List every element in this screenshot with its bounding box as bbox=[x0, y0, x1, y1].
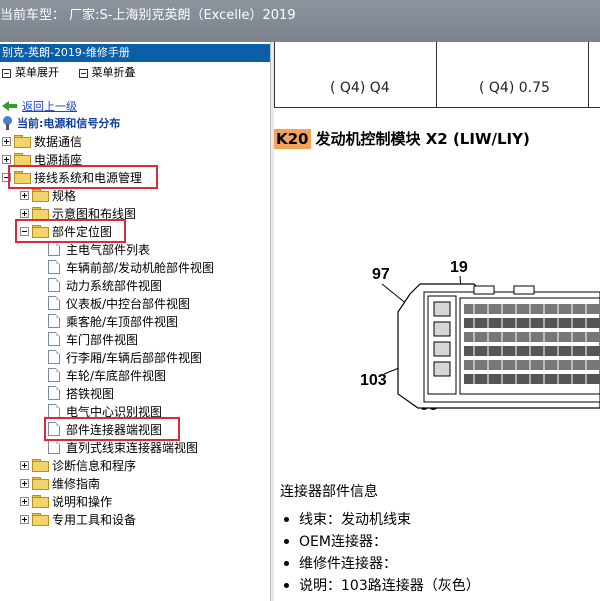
tree-item-label: 直列式线束连接器端视图 bbox=[66, 440, 199, 455]
bullet-icon bbox=[284, 582, 289, 588]
document-icon bbox=[48, 404, 60, 418]
table-border bbox=[274, 42, 275, 108]
table-cell: ( Q4) Q4 bbox=[330, 80, 390, 96]
tree-item-label: 乘客舱/车顶部件视图 bbox=[66, 314, 179, 329]
tree-item-label: 搭铁视图 bbox=[66, 386, 115, 401]
list-item: OEM连接器： bbox=[280, 530, 480, 552]
location-pin-icon bbox=[2, 116, 13, 130]
back-link[interactable]: 返回上一级 bbox=[22, 98, 77, 114]
table-cell: ( Q4) 0.75 bbox=[479, 80, 550, 96]
tree-item-diagnostics[interactable]: 诊断信息和程序 bbox=[20, 456, 136, 474]
tree-item-repair-guide[interactable]: 维修指南 bbox=[20, 474, 100, 492]
bullet-icon bbox=[284, 538, 289, 544]
collapse-all-icon bbox=[78, 68, 88, 78]
tree-item-label: 车辆前部/发动机舱部件视图 bbox=[66, 260, 215, 275]
tree-item-wheel-underbody-view[interactable]: 车轮/车底部件视图 bbox=[48, 366, 166, 384]
back-arrow-icon bbox=[2, 100, 18, 112]
content-panel: ( Q4) Q4 ( Q4) 0.75 K20 发动机控制模块 X2 (LIW/… bbox=[274, 42, 600, 601]
expand-icon[interactable] bbox=[2, 154, 11, 164]
tree-item-trunk-rear-view[interactable]: 行李厢/车辆后部部件视图 bbox=[48, 348, 202, 366]
document-icon bbox=[48, 332, 60, 346]
tree-item-powertrain-view[interactable]: 动力系统部件视图 bbox=[48, 276, 162, 294]
component-heading: K20 发动机控制模块 X2 (LIW/LIY) bbox=[274, 128, 530, 149]
highlight-box bbox=[44, 417, 180, 441]
component-title: 发动机控制模块 X2 (LIW/LIY) bbox=[315, 130, 530, 148]
connector-diagram: 97 19 103 95 bbox=[360, 259, 600, 414]
tree-item-label: 数据通信 bbox=[34, 134, 83, 149]
tree-item-label: 车门部件视图 bbox=[66, 332, 139, 347]
connector-info-list: 线束：发动机线束 OEM连接器： 维修件连接器： 说明：103路连接器（灰色） bbox=[280, 508, 480, 596]
folder-icon bbox=[32, 459, 49, 472]
expand-all-button[interactable]: 菜单展开 bbox=[0, 64, 59, 82]
document-icon bbox=[48, 368, 60, 382]
collapse-all-button[interactable]: 菜单折叠 bbox=[77, 64, 136, 82]
tree-item-label: 维修指南 bbox=[52, 476, 101, 491]
expand-icon[interactable] bbox=[2, 136, 11, 146]
tree-item-data-comm[interactable]: 数据通信 bbox=[2, 132, 82, 150]
current-location: 当前:电源和信号分布 bbox=[2, 114, 120, 132]
connector-info-title: 连接器部件信息 bbox=[280, 484, 378, 500]
pin-table: ( Q4) Q4 ( Q4) 0.75 bbox=[274, 42, 600, 108]
document-icon bbox=[48, 242, 60, 256]
tree-item-ground-view[interactable]: 搭铁视图 bbox=[48, 384, 114, 402]
tree-item-label: 动力系统部件视图 bbox=[66, 278, 163, 293]
tree-item-label: 规格 bbox=[52, 188, 77, 203]
pin-label-19: 19 bbox=[450, 259, 468, 276]
tree-item-front-engine-view[interactable]: 车辆前部/发动机舱部件视图 bbox=[48, 258, 214, 276]
manual-header: 别克-英朗-2019-维修手册 bbox=[0, 44, 270, 62]
folder-icon bbox=[32, 207, 49, 220]
tree-item-label: 说明和操作 bbox=[52, 494, 113, 509]
document-icon bbox=[48, 386, 60, 400]
folder-icon bbox=[32, 189, 49, 202]
table-border bbox=[436, 42, 437, 108]
tree-item-door-view[interactable]: 车门部件视图 bbox=[48, 330, 138, 348]
expand-all-icon bbox=[2, 68, 11, 78]
pin-label-103: 103 bbox=[360, 372, 387, 389]
tree-item-label: 主电气部件列表 bbox=[66, 242, 151, 257]
list-item: 说明：103路连接器（灰色） bbox=[280, 574, 480, 596]
document-icon bbox=[48, 296, 60, 310]
document-icon bbox=[48, 278, 60, 292]
tree-item-label: 行李厢/车辆后部部件视图 bbox=[66, 350, 203, 365]
list-item: 维修件连接器： bbox=[280, 552, 480, 574]
tree-item-label: 诊断信息和程序 bbox=[52, 458, 137, 473]
expand-icon[interactable] bbox=[20, 208, 29, 218]
expand-icon[interactable] bbox=[20, 190, 29, 200]
table-border bbox=[588, 42, 589, 108]
bullet-icon bbox=[284, 560, 289, 566]
document-icon bbox=[48, 440, 60, 454]
pin-label-97: 97 bbox=[372, 266, 390, 283]
tree-item-description-operation[interactable]: 说明和操作 bbox=[20, 492, 112, 510]
document-icon bbox=[48, 314, 60, 328]
document-icon bbox=[48, 350, 60, 364]
highlight-box bbox=[8, 165, 158, 189]
tree-item-label: 仪表板/中控台部件视图 bbox=[66, 296, 191, 311]
list-item: 线束：发动机线束 bbox=[280, 508, 480, 530]
navigation-panel: 别克-英朗-2019-维修手册 菜单展开 菜单折叠 返回上一级 当前:电源和信号… bbox=[0, 42, 270, 601]
highlight-box bbox=[15, 219, 126, 243]
tree-actions: 菜单展开 菜单折叠 bbox=[0, 64, 270, 82]
tree-item-label: 车轮/车底部件视图 bbox=[66, 368, 167, 383]
folder-icon bbox=[32, 477, 49, 490]
tree-item-special-tools[interactable]: 专用工具和设备 bbox=[20, 510, 136, 528]
folder-icon bbox=[14, 153, 31, 166]
expand-icon[interactable] bbox=[20, 460, 29, 470]
expand-icon[interactable] bbox=[20, 514, 29, 524]
document-icon bbox=[48, 260, 60, 274]
bullet-icon bbox=[284, 516, 289, 522]
folder-icon bbox=[14, 135, 31, 148]
back-link-row[interactable]: 返回上一级 bbox=[2, 98, 77, 114]
folder-icon bbox=[32, 513, 49, 526]
window-title-bar: 当前车型： 厂家:S-上海别克英朗（Excelle）2019 bbox=[0, 0, 600, 42]
tree-item-cabin-roof-view[interactable]: 乘客舱/车顶部件视图 bbox=[48, 312, 178, 330]
tree-item-dashboard-view[interactable]: 仪表板/中控台部件视图 bbox=[48, 294, 190, 312]
component-code: K20 bbox=[274, 128, 311, 149]
tree-item-label: 专用工具和设备 bbox=[52, 512, 137, 527]
expand-icon[interactable] bbox=[20, 478, 29, 488]
expand-icon[interactable] bbox=[20, 496, 29, 506]
window-title: 当前车型： 厂家:S-上海别克英朗（Excelle）2019 bbox=[0, 8, 296, 23]
folder-icon bbox=[32, 495, 49, 508]
